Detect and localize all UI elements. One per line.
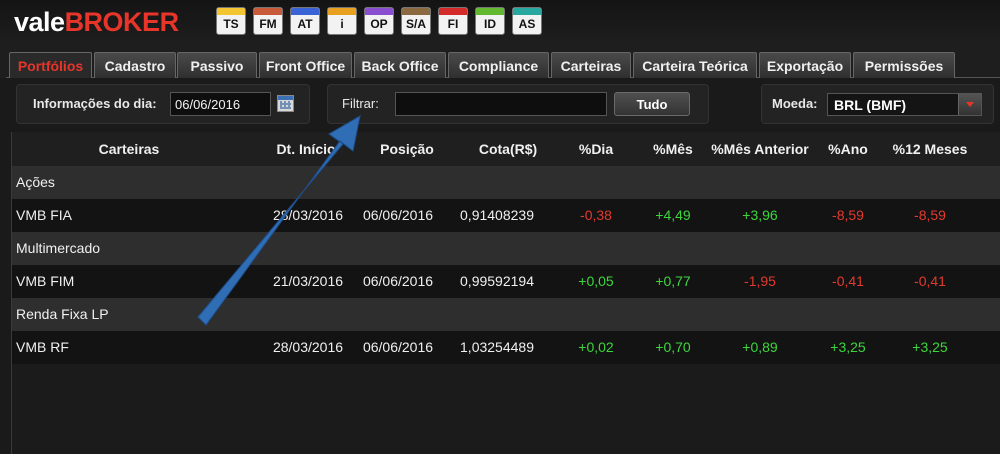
module-color-cap <box>365 8 393 15</box>
module-button-label: OP <box>370 17 388 31</box>
module-color-cap <box>328 8 356 15</box>
table-row[interactable]: VMB FIA 28/03/2016 06/06/2016 0,91408239 -0,… <box>12 199 1000 232</box>
cell-pct-12-meses: -8,59 <box>914 207 946 223</box>
module-button-fm[interactable]: FM <box>253 7 283 35</box>
cell-pct-12-meses: -0,41 <box>914 273 946 289</box>
module-color-cap <box>439 8 467 15</box>
tab-permissoes[interactable]: Permissões <box>853 52 955 78</box>
date-field[interactable]: 06/06/2016 <box>170 92 271 116</box>
module-button-label: i <box>340 17 344 31</box>
module-color-cap <box>291 8 319 15</box>
main-tab-bar: Portfólios Cadastro Passivo Front Office Bac… <box>0 44 1000 78</box>
portfolio-grid: Carteiras Dt. Início Posição Cota(R$) %Dia %M… <box>11 132 1000 454</box>
module-button-ts[interactable]: TS <box>216 7 246 35</box>
module-color-cap <box>217 8 245 15</box>
tab-carteira-teorica[interactable]: Carteira Teórica <box>633 52 757 78</box>
module-launcher: TS FM AT i OP S/A FI ID AS <box>216 7 542 35</box>
table-row[interactable]: VMB FIM 21/03/2016 06/06/2016 0,99592194 +0,… <box>12 265 1000 298</box>
module-color-cap <box>402 8 430 15</box>
module-color-cap <box>513 8 541 15</box>
all-button[interactable]: Tudo <box>614 92 690 116</box>
filter-input[interactable] <box>395 92 607 116</box>
app-header: valeBROKER TS FM AT i OP S/A FI ID AS <box>0 0 1000 44</box>
tab-exportacao[interactable]: Exportação <box>759 52 851 78</box>
module-button-label: TS <box>223 17 239 31</box>
date-panel: Informações do dia: 06/06/2016 <box>16 84 310 124</box>
tab-back-office[interactable]: Back Office <box>354 52 446 78</box>
header-decoration-2 <box>578 0 1000 44</box>
brand-logo: valeBROKER <box>14 7 179 38</box>
header-col-carteiras[interactable]: Carteiras <box>29 132 229 166</box>
filter-label: Filtrar: <box>342 96 379 111</box>
cell-carteiras: VMB FIA <box>16 207 73 223</box>
cell-carteiras: VMB FIM <box>16 273 75 289</box>
brand-logo-part1: vale <box>14 7 65 37</box>
module-button-label: AT <box>297 17 313 31</box>
grid-header: Carteiras Dt. Início Posição Cota(R$) %Dia %M… <box>12 132 1000 167</box>
cell-carteiras: VMB RF <box>16 339 69 355</box>
currency-label: Moeda: <box>772 96 818 111</box>
module-color-cap <box>476 8 504 15</box>
module-button-label: AS <box>518 17 536 31</box>
filter-panel: Filtrar: Tudo <box>327 84 709 124</box>
module-button-as[interactable]: AS <box>512 7 542 35</box>
brand-logo-part2: BROKER <box>64 7 180 37</box>
cell-pct-12-meses: +3,25 <box>912 339 948 355</box>
group-row[interactable]: Multimercado <box>12 232 1000 265</box>
group-label: Ações <box>16 174 55 190</box>
module-color-cap <box>254 8 282 15</box>
tab-compliance[interactable]: Compliance <box>448 52 549 78</box>
tab-front-office[interactable]: Front Office <box>259 52 352 78</box>
tab-passivo[interactable]: Passivo <box>177 52 257 78</box>
module-button-op[interactable]: OP <box>364 7 394 35</box>
module-button-fi[interactable]: FI <box>438 7 468 35</box>
toolbar: Informações do dia: 06/06/2016 Filtrar: … <box>6 78 1000 128</box>
currency-select[interactable]: BRL (BMF) <box>827 93 982 116</box>
date-label: Informações do dia: <box>33 96 157 111</box>
calendar-icon[interactable] <box>277 95 294 112</box>
module-button-id[interactable]: ID <box>475 7 505 35</box>
table-row[interactable]: VMB RF 28/03/2016 06/06/2016 1,03254489 +0,0… <box>12 331 1000 364</box>
group-label: Renda Fixa LP <box>16 306 109 322</box>
currency-select-value: BRL (BMF) <box>834 96 907 113</box>
tab-carteiras[interactable]: Carteiras <box>551 52 631 78</box>
module-button-label: FM <box>259 17 277 31</box>
module-button-i[interactable]: i <box>327 7 357 35</box>
group-label: Multimercado <box>16 240 101 256</box>
tab-portfolios[interactable]: Portfólios <box>9 52 92 78</box>
module-button-label: ID <box>484 17 496 31</box>
module-button-at[interactable]: AT <box>290 7 320 35</box>
module-button-sa[interactable]: S/A <box>401 7 431 35</box>
tab-cadastro[interactable]: Cadastro <box>94 52 176 78</box>
header-col-pct-12-meses[interactable]: %12 Meses <box>830 132 1000 166</box>
module-button-label: S/A <box>405 17 426 31</box>
chevron-down-icon[interactable] <box>958 94 981 115</box>
group-row[interactable]: Renda Fixa LP <box>12 298 1000 331</box>
group-row[interactable]: Ações <box>12 166 1000 199</box>
module-button-label: FI <box>447 17 459 31</box>
currency-panel: Moeda: BRL (BMF) <box>761 84 994 124</box>
